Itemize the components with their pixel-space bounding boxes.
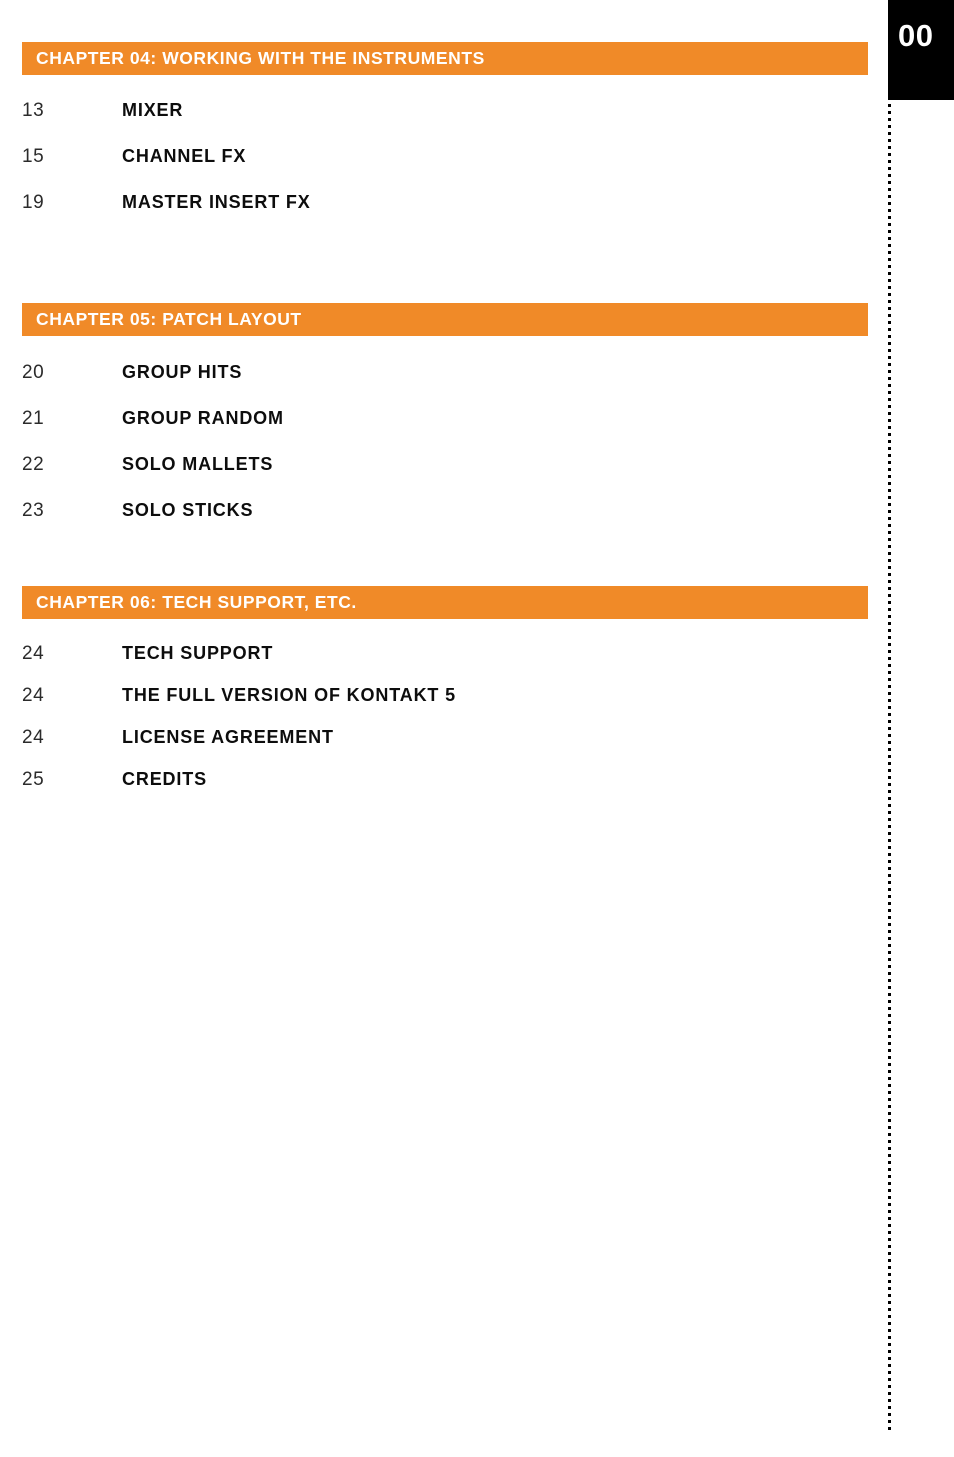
toc-entry[interactable]: 21 GROUP RANDOM — [22, 409, 868, 455]
chapter-header-bar: CHAPTER 05: PATCH LAYOUT — [22, 303, 868, 336]
toc-entry-title: MASTER INSERT FX — [122, 192, 311, 212]
toc-entry-page: 23 — [22, 500, 45, 521]
toc-entry-title: CREDITS — [122, 769, 207, 789]
toc-entry[interactable]: 24 TECH SUPPORT — [22, 644, 868, 686]
toc-entry-title: SOLO MALLETS — [122, 454, 274, 474]
toc-entry[interactable]: 13 MIXER — [22, 101, 868, 147]
toc-entry-page: 20 — [22, 362, 45, 383]
toc-entry[interactable]: 20 GROUP HITS — [22, 363, 868, 409]
toc-entry-title: TECH SUPPORT — [122, 643, 274, 663]
toc-entry-title: SOLO STICKS — [122, 500, 254, 520]
chapter-title: CHAPTER 06: TECH SUPPORT, ETC. — [36, 591, 357, 612]
chapter-header-bar: CHAPTER 06: TECH SUPPORT, ETC. — [22, 586, 868, 619]
toc-entry[interactable]: 25 CREDITS — [22, 770, 868, 812]
chapter-title: CHAPTER 04: WORKING WITH THE INSTRUMENTS — [36, 47, 485, 68]
toc-entry[interactable]: 15 CHANNEL FX — [22, 147, 868, 193]
toc-entry-title: GROUP HITS — [122, 362, 243, 382]
toc-entry[interactable]: 24 THE FULL VERSION OF KONTAKT 5 — [22, 686, 868, 728]
chapter-section: CHAPTER 06: TECH SUPPORT, ETC. 24 TECH S… — [22, 586, 868, 812]
toc-entry-page: 13 — [22, 100, 45, 121]
chapter-header-bar: CHAPTER 04: WORKING WITH THE INSTRUMENTS — [22, 42, 868, 75]
chapter-section: CHAPTER 04: WORKING WITH THE INSTRUMENTS… — [22, 42, 868, 239]
toc-entry[interactable]: 23 SOLO STICKS — [22, 501, 868, 547]
toc-entry-page: 19 — [22, 192, 45, 213]
toc-entry-page: 21 — [22, 408, 45, 429]
chapter-section: CHAPTER 05: PATCH LAYOUT 20 GROUP HITS 2… — [22, 303, 868, 547]
side-dotted-rule — [888, 104, 891, 1432]
toc-entry-list: 20 GROUP HITS 21 GROUP RANDOM 22 SOLO MA… — [22, 336, 868, 547]
toc-entry-title: THE FULL VERSION OF KONTAKT 5 — [122, 685, 456, 705]
toc-entry-page: 22 — [22, 454, 45, 475]
toc-entry-page: 25 — [22, 769, 45, 790]
chapter-title: CHAPTER 05: PATCH LAYOUT — [36, 308, 302, 329]
table-of-contents: CHAPTER 04: WORKING WITH THE INSTRUMENTS… — [0, 0, 888, 1457]
page-number: 00 — [898, 18, 934, 53]
toc-entry[interactable]: 19 MASTER INSERT FX — [22, 193, 868, 239]
toc-entry-page: 24 — [22, 643, 45, 664]
toc-entry[interactable]: 22 SOLO MALLETS — [22, 455, 868, 501]
toc-entry-list: 13 MIXER 15 CHANNEL FX 19 MASTER INSERT … — [22, 75, 868, 239]
toc-entry-page: 24 — [22, 727, 45, 748]
toc-entry-list: 24 TECH SUPPORT 24 THE FULL VERSION OF K… — [22, 619, 868, 812]
toc-entry-page: 15 — [22, 146, 45, 167]
toc-entry-title: CHANNEL FX — [122, 146, 247, 166]
toc-entry-title: LICENSE AGREEMENT — [122, 727, 334, 747]
toc-entry-title: MIXER — [122, 100, 184, 120]
toc-entry[interactable]: 24 LICENSE AGREEMENT — [22, 728, 868, 770]
toc-entry-title: GROUP RANDOM — [122, 408, 284, 428]
toc-entry-page: 24 — [22, 685, 45, 706]
page-number-block: 00 — [888, 0, 954, 100]
